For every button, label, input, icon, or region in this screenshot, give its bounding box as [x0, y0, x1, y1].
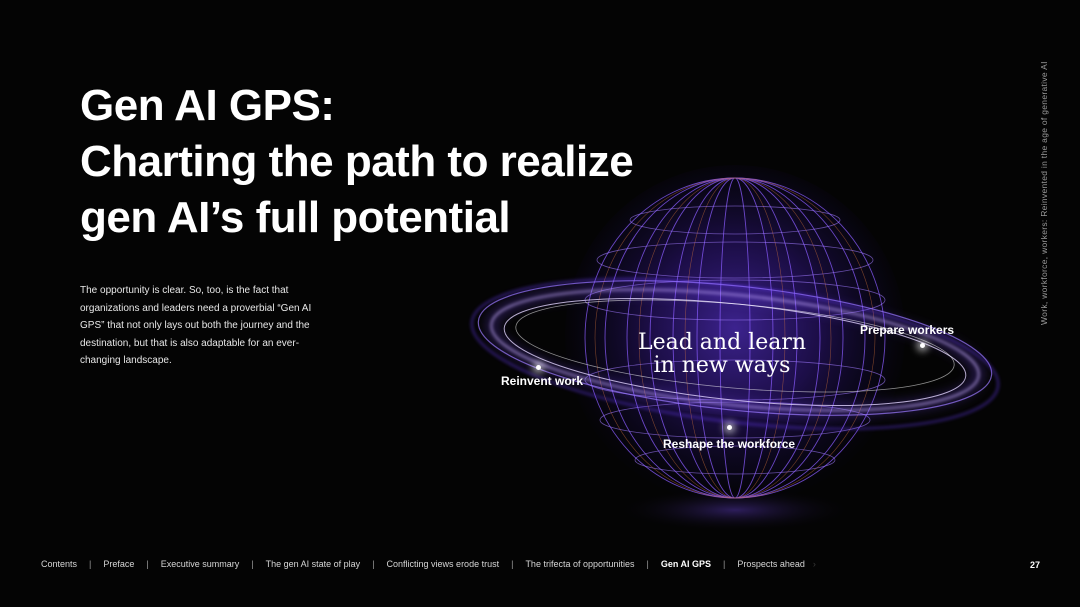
- nav-conflicting-views[interactable]: Conflicting views erode trust: [387, 559, 500, 569]
- nav-contents[interactable]: Contents: [41, 559, 77, 569]
- node-dot-reshape: [727, 425, 732, 430]
- center-line-1: Lead and learn: [637, 330, 807, 355]
- node-label-reinvent-work: Reinvent work: [501, 374, 584, 388]
- globe-reflection: [615, 488, 855, 532]
- nav-preface[interactable]: Preface: [103, 559, 134, 569]
- node-label-prepare-workers: Prepare workers: [860, 323, 955, 337]
- node-dot-reinvent: [536, 365, 541, 370]
- nav-separator: |: [89, 559, 92, 569]
- chevron-right-icon: ›: [812, 559, 816, 569]
- slide-page: Gen AI GPS: Charting the path to realize…: [0, 0, 1080, 607]
- node-dot-prepare: [920, 343, 925, 348]
- nav-prospects-ahead[interactable]: Prospects ahead: [737, 559, 805, 569]
- nav-separator: |: [372, 559, 375, 569]
- report-title-vertical: Work, workforce, workers: Reinvented in …: [1039, 61, 1049, 325]
- page-number: 27: [1029, 560, 1040, 570]
- nav-executive-summary[interactable]: Executive summary: [161, 559, 240, 569]
- nav-separator: |: [511, 559, 514, 569]
- nav-separator: |: [251, 559, 254, 569]
- footer-nav: Contents | Preface | Executive summary |…: [41, 557, 816, 571]
- intro-paragraph: The opportunity is clear. So, too, is th…: [80, 285, 312, 366]
- nav-separator: |: [146, 559, 149, 569]
- center-line-2: in new ways: [653, 353, 791, 378]
- center-statement: Lead and learn in new ways: [622, 331, 822, 377]
- nav-separator: |: [646, 559, 649, 569]
- nav-gen-ai-state-of-play[interactable]: The gen AI state of play: [266, 559, 361, 569]
- nav-trifecta-of-opportunities[interactable]: The trifecta of opportunities: [525, 559, 634, 569]
- nav-gen-ai-gps[interactable]: Gen AI GPS: [661, 559, 711, 569]
- node-label-reshape-workforce: Reshape the workforce: [663, 437, 796, 451]
- title-line-1: Gen AI GPS:: [80, 81, 335, 130]
- nav-separator: |: [723, 559, 726, 569]
